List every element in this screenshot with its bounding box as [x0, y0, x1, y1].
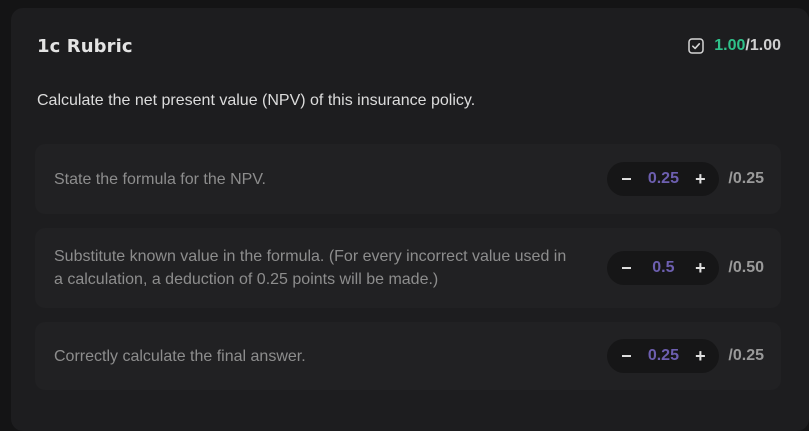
points-stepper: − 0.5 +	[607, 251, 720, 285]
score-earned: 1.00	[714, 37, 746, 54]
points-stepper: − 0.25 +	[607, 162, 720, 196]
score-max: /1.00	[745, 37, 781, 54]
decrement-button[interactable]: −	[618, 170, 634, 188]
max-points: /0.25	[728, 347, 764, 364]
points-stepper: − 0.25 +	[607, 339, 720, 373]
increment-button[interactable]: +	[692, 259, 708, 277]
max-points: /0.25	[728, 170, 764, 187]
criterion-row: Correctly calculate the final answer. − …	[35, 322, 781, 390]
max-points: /0.50	[728, 259, 764, 276]
points-value[interactable]: 0.25	[648, 347, 679, 365]
criterion-controls: − 0.5 + /0.50	[607, 251, 764, 285]
criterion-text: State the formula for the NPV.	[54, 170, 266, 188]
points-value[interactable]: 0.5	[652, 259, 674, 277]
criterion-controls: − 0.25 + /0.25	[607, 162, 764, 196]
criterion-text: Substitute known value in the formula. (…	[54, 248, 567, 288]
rubric-card: 1c Rubric 1.00 /1.00 Calculate the net p…	[11, 8, 809, 431]
decrement-button[interactable]: −	[618, 347, 634, 365]
rubric-title: 1c Rubric	[37, 35, 133, 57]
decrement-button[interactable]: −	[618, 259, 634, 277]
increment-button[interactable]: +	[692, 170, 708, 188]
question-text: Calculate the net present value (NPV) of…	[37, 92, 476, 109]
rubric-total-score: 1.00 /1.00	[688, 37, 781, 55]
increment-button[interactable]: +	[692, 347, 708, 365]
criterion-text: Correctly calculate the final answer.	[54, 347, 306, 365]
points-value[interactable]: 0.25	[648, 170, 679, 188]
criterion-controls: − 0.25 + /0.25	[607, 339, 764, 373]
rubric-header: 1c Rubric 1.00 /1.00	[37, 32, 781, 60]
criterion-row: Substitute known value in the formula. (…	[35, 228, 781, 308]
checkbox-check-icon	[688, 38, 705, 54]
criterion-row: State the formula for the NPV. − 0.25 + …	[35, 144, 781, 214]
